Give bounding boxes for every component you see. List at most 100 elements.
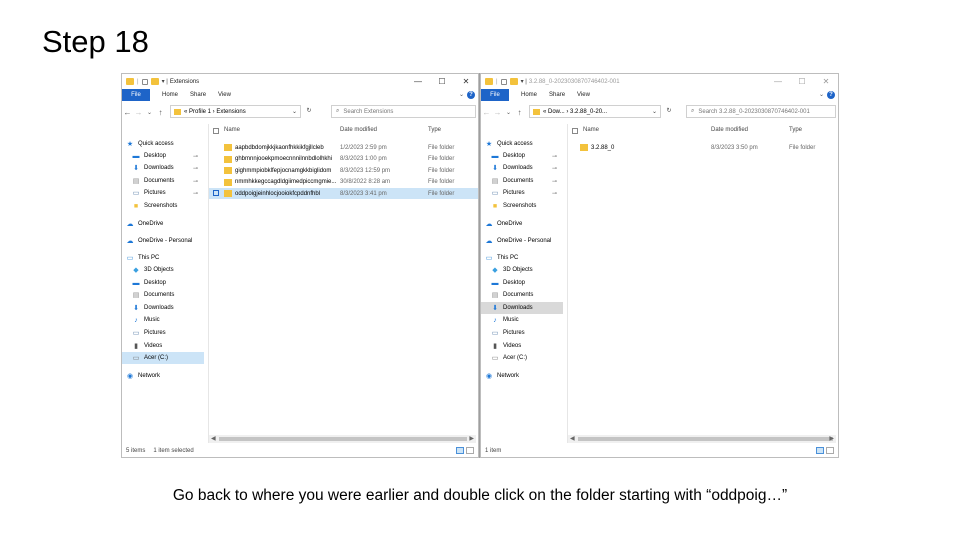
sidebar-item[interactable]: ▭ This PC: [122, 252, 204, 264]
address-bar[interactable]: « Profile 1 › Extensions ⌄: [170, 105, 301, 118]
column-header-name[interactable]: Name: [224, 127, 240, 133]
explorer-window-extensions[interactable]: | ▾ | Extensions — ☐ ✕ File Home Share V…: [121, 73, 479, 458]
recent-locations-chevron-icon[interactable]: ⌄: [144, 109, 155, 116]
chevron-down-icon[interactable]: ⌄: [819, 89, 824, 101]
sidebar-item[interactable]: ★ Quick access: [122, 138, 204, 150]
sidebar-item[interactable]: ⬇ Downloads ⊸: [481, 162, 563, 174]
column-header-type[interactable]: Type: [789, 127, 802, 133]
tab-share[interactable]: Share: [190, 92, 206, 98]
chevron-down-icon[interactable]: ⌄: [652, 108, 657, 115]
sidebar-item[interactable]: ▬ Desktop ⊸: [122, 150, 204, 162]
sidebar-item[interactable]: ⬇ Downloads ⊸: [122, 162, 204, 174]
help-icon[interactable]: ?: [827, 91, 835, 99]
folder-row[interactable]: ghbmnnjooekpmoecnnnilnnbdlolhkhi 8/3/2023…: [209, 154, 478, 165]
sidebar-item[interactable]: ▬ Desktop: [122, 277, 204, 289]
row-checkbox[interactable]: [213, 190, 219, 196]
sidebar-item[interactable]: ★ Quick access: [481, 138, 563, 150]
scrollbar-thumb[interactable]: [219, 437, 467, 441]
sidebar-item[interactable]: ▤ Documents: [122, 289, 204, 301]
sidebar-item[interactable]: ▮ Videos: [122, 340, 204, 352]
sidebar-item[interactable]: ▭ Pictures: [481, 327, 563, 339]
folder-row[interactable]: 3.2.88_0 8/3/2023 3:50 pm File folder: [568, 142, 838, 153]
sidebar-item[interactable]: ☁ OneDrive - Personal: [481, 235, 563, 247]
sidebar-item[interactable]: ▭ Acer (C:): [481, 352, 563, 364]
sidebar-item[interactable]: ▭ Pictures ⊸: [122, 187, 204, 199]
properties-icon[interactable]: [141, 78, 148, 85]
scroll-left-icon[interactable]: ◀: [570, 435, 575, 443]
file-list[interactable]: Name Date modified Type aapbdbdomjkkjkao…: [208, 124, 478, 443]
sidebar-item[interactable]: ◆ 3D Objects: [481, 264, 563, 276]
select-all-checkbox[interactable]: [572, 128, 578, 134]
sidebar-item[interactable]: ▭ Acer (C:): [122, 352, 204, 364]
forward-arrow-icon[interactable]: →: [492, 108, 503, 117]
address-bar[interactable]: « Dow... › 3.2.88_0-20... ⌄: [529, 105, 661, 118]
folder-row[interactable]: oddpoigjeinhlocjooiokfcpddnfhbl 8/3/2023 …: [209, 188, 478, 199]
folder-row[interactable]: gighmmpiobklfepjocnamgkkbiglidom 8/3/2023…: [209, 165, 478, 176]
sidebar-item[interactable]: ▤ Documents ⊸: [122, 175, 204, 187]
column-header-name[interactable]: Name: [583, 127, 599, 133]
sidebar-item[interactable]: ◉ Network: [122, 370, 204, 382]
folder-row[interactable]: nmmhkkegccagdldgiimedpiccmgmie... 30/8/20…: [209, 177, 478, 188]
new-folder-icon[interactable]: [509, 78, 518, 85]
sidebar-item[interactable]: ◉ Network: [481, 370, 563, 382]
maximize-button[interactable]: ☐: [790, 74, 814, 89]
scroll-right-icon[interactable]: ▶: [469, 435, 474, 443]
refresh-icon[interactable]: ↻: [662, 105, 676, 118]
horizontal-scrollbar[interactable]: ◀ ▶: [209, 435, 476, 443]
tab-home[interactable]: Home: [521, 92, 537, 98]
navigation-pane[interactable]: ★ Quick access ▬ Desktop ⊸ ⬇ Downloads ⊸ ▤ Docume…: [122, 124, 206, 445]
minimize-button[interactable]: —: [766, 74, 790, 89]
sidebar-item[interactable]: ▭ This PC: [481, 252, 563, 264]
forward-arrow-icon[interactable]: →: [133, 108, 144, 117]
scroll-left-icon[interactable]: ◀: [211, 435, 216, 443]
sidebar-item[interactable]: ⬇ Downloads: [122, 302, 204, 314]
sidebar-item[interactable]: ⬇ Downloads: [481, 302, 563, 314]
file-tab[interactable]: File: [481, 89, 509, 101]
search-input[interactable]: ⌕ Search 3.2.88_0-2023030870746402-001: [686, 105, 836, 118]
select-all-checkbox[interactable]: [213, 128, 219, 134]
back-arrow-icon[interactable]: ←: [122, 108, 133, 117]
tab-view[interactable]: View: [577, 92, 590, 98]
refresh-icon[interactable]: ↻: [302, 105, 316, 118]
column-header-type[interactable]: Type: [428, 127, 441, 133]
sidebar-item[interactable]: ▮ Videos: [481, 340, 563, 352]
navigation-pane[interactable]: ★ Quick access ▬ Desktop ⊸ ⬇ Downloads ⊸ ▤ Docume…: [481, 124, 565, 445]
sidebar-item[interactable]: ▤ Documents: [481, 289, 563, 301]
up-arrow-icon[interactable]: ↑: [155, 108, 166, 117]
back-arrow-icon[interactable]: ←: [481, 108, 492, 117]
properties-icon[interactable]: [500, 78, 507, 85]
sidebar-item[interactable]: ■ Screenshots: [122, 200, 204, 212]
file-tab[interactable]: File: [122, 89, 150, 101]
sidebar-item[interactable]: ▭ Pictures ⊸: [481, 187, 563, 199]
file-list[interactable]: Name Date modified Type 3.2.88_0 8/3/2023…: [567, 124, 838, 443]
close-button[interactable]: ✕: [454, 74, 478, 89]
folder-row[interactable]: aapbdbdomjkkjkaonfhkkikfgjllcleb 1/2/2023…: [209, 142, 478, 153]
recent-locations-chevron-icon[interactable]: ⌄: [503, 109, 514, 116]
close-button[interactable]: ✕: [814, 74, 838, 89]
up-arrow-icon[interactable]: ↑: [514, 108, 525, 117]
sidebar-item[interactable]: ◆ 3D Objects: [122, 264, 204, 276]
tab-view[interactable]: View: [218, 92, 231, 98]
large-icons-view-icon[interactable]: [466, 447, 474, 454]
sidebar-item[interactable]: ▬ Desktop ⊸: [481, 150, 563, 162]
explorer-window-version[interactable]: | ▾ | 3.2.88_0-2023030870746402-001 — ☐ …: [480, 73, 839, 458]
sidebar-item[interactable]: ♪ Music: [122, 314, 204, 326]
sidebar-item[interactable]: ♪ Music: [481, 314, 563, 326]
chevron-down-icon[interactable]: ⌄: [459, 89, 464, 101]
tab-share[interactable]: Share: [549, 92, 565, 98]
sidebar-item[interactable]: ■ Screenshots: [481, 200, 563, 212]
sidebar-item[interactable]: ▭ Pictures: [122, 327, 204, 339]
tab-home[interactable]: Home: [162, 92, 178, 98]
sidebar-item[interactable]: ☁ OneDrive - Personal: [122, 235, 204, 247]
large-icons-view-icon[interactable]: [826, 447, 834, 454]
scrollbar-thumb[interactable]: [578, 437, 833, 441]
help-icon[interactable]: ?: [467, 91, 475, 99]
scroll-right-icon[interactable]: ▶: [829, 435, 834, 443]
sidebar-item[interactable]: ☁ OneDrive: [481, 218, 563, 230]
sidebar-item[interactable]: ▬ Desktop: [481, 277, 563, 289]
column-header-date[interactable]: Date modified: [340, 127, 377, 133]
minimize-button[interactable]: —: [406, 74, 430, 89]
details-view-icon[interactable]: [456, 447, 464, 454]
maximize-button[interactable]: ☐: [430, 74, 454, 89]
horizontal-scrollbar[interactable]: ◀ ▶: [568, 435, 836, 443]
